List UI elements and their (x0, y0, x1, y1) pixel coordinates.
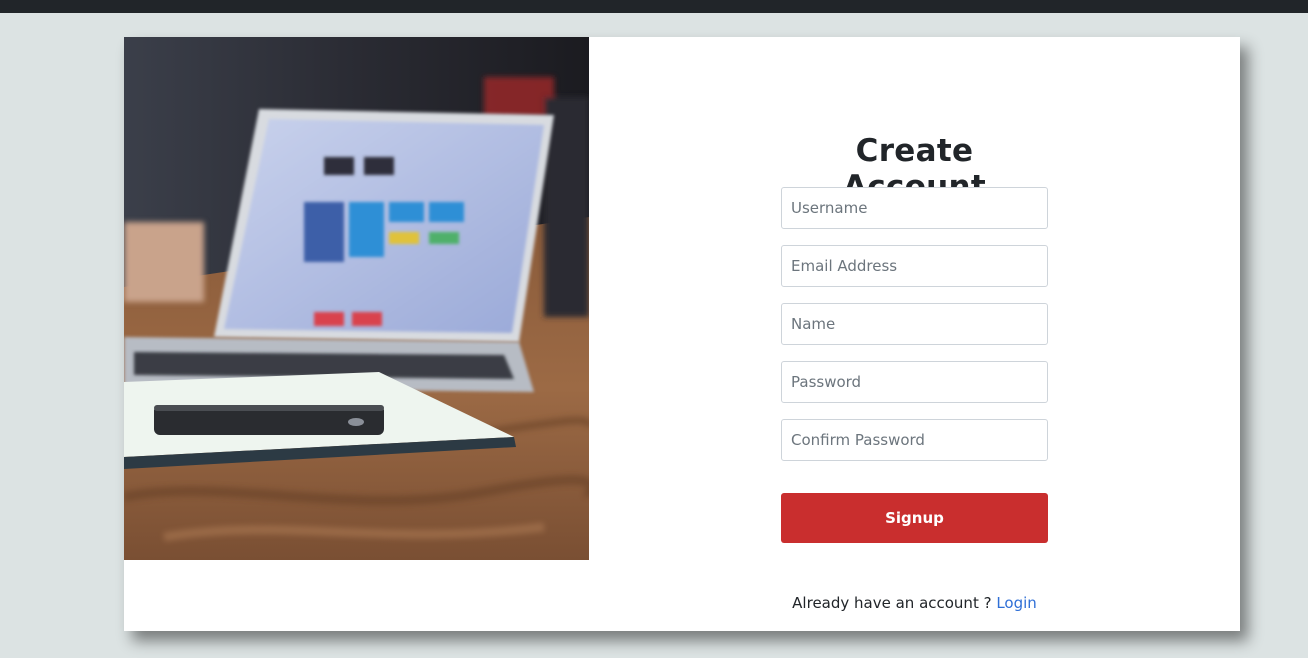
laptop-desk-photo (124, 37, 589, 560)
login-prompt-text: Already have an account ? (792, 594, 992, 612)
login-link[interactable]: Login (996, 594, 1036, 612)
password-field[interactable] (781, 361, 1048, 403)
top-navbar (0, 0, 1308, 13)
signup-button[interactable]: Signup (781, 493, 1048, 543)
confirm-password-field[interactable] (781, 419, 1048, 461)
email-field[interactable] (781, 245, 1048, 287)
username-field[interactable] (781, 187, 1048, 229)
signup-card: Create Account Signup Already have an ac… (124, 37, 1240, 631)
login-prompt: Already have an account ? Login (781, 594, 1048, 612)
name-field[interactable] (781, 303, 1048, 345)
